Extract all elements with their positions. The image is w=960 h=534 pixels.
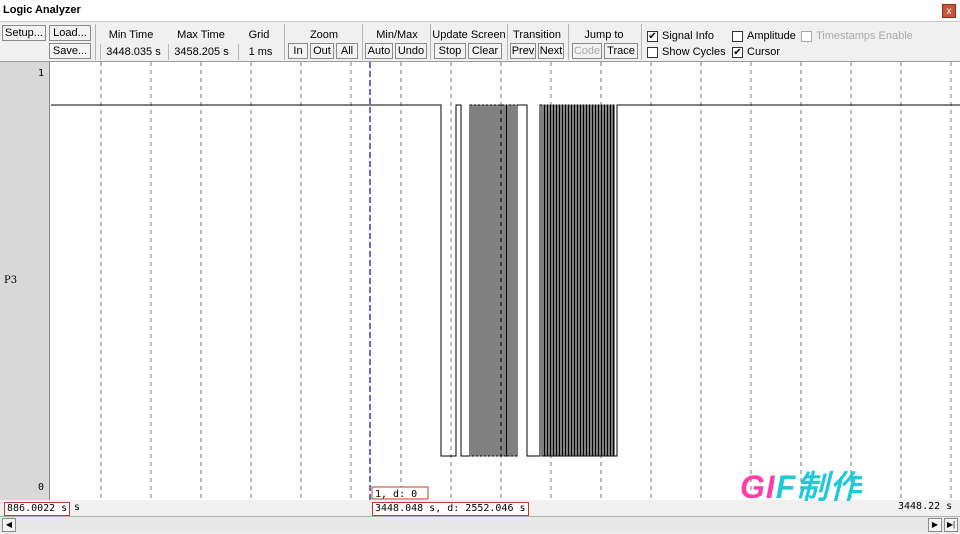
right-time-readout: 3448.22 s (898, 501, 953, 512)
title-bar: Logic Analyzer x (0, 0, 960, 22)
signal-name[interactable]: P3 (4, 275, 17, 286)
signal-name-panel: 1 P3 0 (0, 62, 50, 500)
cursor-label-box: 1, d: 0 (371, 486, 429, 500)
jump-to-header: Jump to (584, 29, 624, 41)
grid-lines (100, 62, 952, 500)
amplitude-label: Amplitude (747, 30, 796, 42)
scroll-right-icon[interactable]: ▶ (928, 518, 942, 532)
zoom-in-button[interactable]: In (288, 43, 308, 59)
timestamps-enable-label: Timestamps Enable (816, 30, 913, 42)
grid-value: 1 ms (238, 44, 282, 60)
stop-button[interactable]: Stop (434, 43, 466, 59)
prev-button[interactable]: Prev (510, 43, 536, 59)
scroll-end-icon[interactable]: ▶| (944, 518, 958, 532)
divider (641, 24, 642, 60)
grid-header: Grid (248, 29, 270, 41)
auto-button[interactable]: Auto (365, 43, 393, 59)
cursor-checkbox[interactable]: ✔ Cursor (732, 46, 780, 58)
next-button[interactable]: Next (538, 43, 564, 59)
undo-button[interactable]: Undo (395, 43, 427, 59)
signal-info-check-icon: ✔ (647, 30, 658, 42)
level-low-label: 0 (37, 482, 44, 493)
watermark-text: GIF制作 (740, 469, 863, 505)
window-title: Logic Analyzer (3, 4, 81, 16)
code-button[interactable]: Code (572, 43, 602, 59)
signal-waveform (51, 104, 960, 457)
divider (568, 24, 569, 60)
zoom-out-button[interactable]: Out (310, 43, 334, 59)
cursor-label: Cursor (747, 46, 781, 58)
level-high-label: 1 (37, 68, 44, 79)
divider (430, 24, 431, 60)
divider (95, 24, 96, 60)
signal-info-label: Signal Info (662, 30, 714, 42)
left-time-unit: s (74, 502, 81, 513)
cursor-check-icon: ✔ (732, 46, 743, 58)
minmax-header: Min/Max (376, 29, 418, 41)
cursor-label-text: 1, d: 0 (375, 489, 417, 500)
close-icon[interactable]: x (942, 4, 956, 18)
show-cycles-check-box (647, 46, 658, 58)
setup-button[interactable]: Setup... (2, 25, 46, 41)
transition-header: Transition (513, 29, 561, 41)
toolbar: Setup... Load... Save... Min Time 3448.0… (0, 22, 960, 62)
max-time-header: Max Time (177, 29, 225, 41)
min-time-value: 3448.035 s (100, 44, 166, 60)
left-time-readout: 886.0022 s (4, 502, 71, 516)
trace-button[interactable]: Trace (604, 43, 638, 59)
timestamps-enable-checkbox[interactable]: Timestamps Enable (801, 30, 913, 42)
divider (362, 24, 363, 60)
divider (284, 24, 285, 60)
divider (507, 24, 508, 60)
cursor-readout: 3448.048 s, d: 2552.046 s (372, 502, 529, 516)
signal-info-checkbox[interactable]: ✔ Signal Info (647, 30, 714, 42)
clear-button[interactable]: Clear (468, 43, 502, 59)
load-button[interactable]: Load... (49, 25, 91, 41)
amplitude-checkbox[interactable]: Amplitude (732, 30, 796, 42)
amplitude-check-box (732, 30, 743, 42)
scroll-left-icon[interactable]: ◀ (2, 518, 16, 532)
horizontal-scrollbar[interactable]: ◀ ▶ ▶| (0, 516, 960, 533)
gif-watermark: GIF制作 (740, 462, 862, 508)
waveform-plot[interactable]: 1, d: 0 (51, 62, 960, 500)
show-cycles-label: Show Cycles (662, 46, 726, 58)
timestamps-check-box (801, 30, 812, 42)
zoom-header: Zoom (309, 29, 339, 41)
min-time-header: Min Time (108, 29, 154, 41)
show-cycles-checkbox[interactable]: Show Cycles (647, 46, 726, 58)
update-screen-header: Update Screen (432, 29, 506, 41)
max-time-value: 3458.205 s (168, 44, 234, 60)
zoom-all-button[interactable]: All (336, 43, 358, 59)
save-button[interactable]: Save... (49, 43, 91, 59)
